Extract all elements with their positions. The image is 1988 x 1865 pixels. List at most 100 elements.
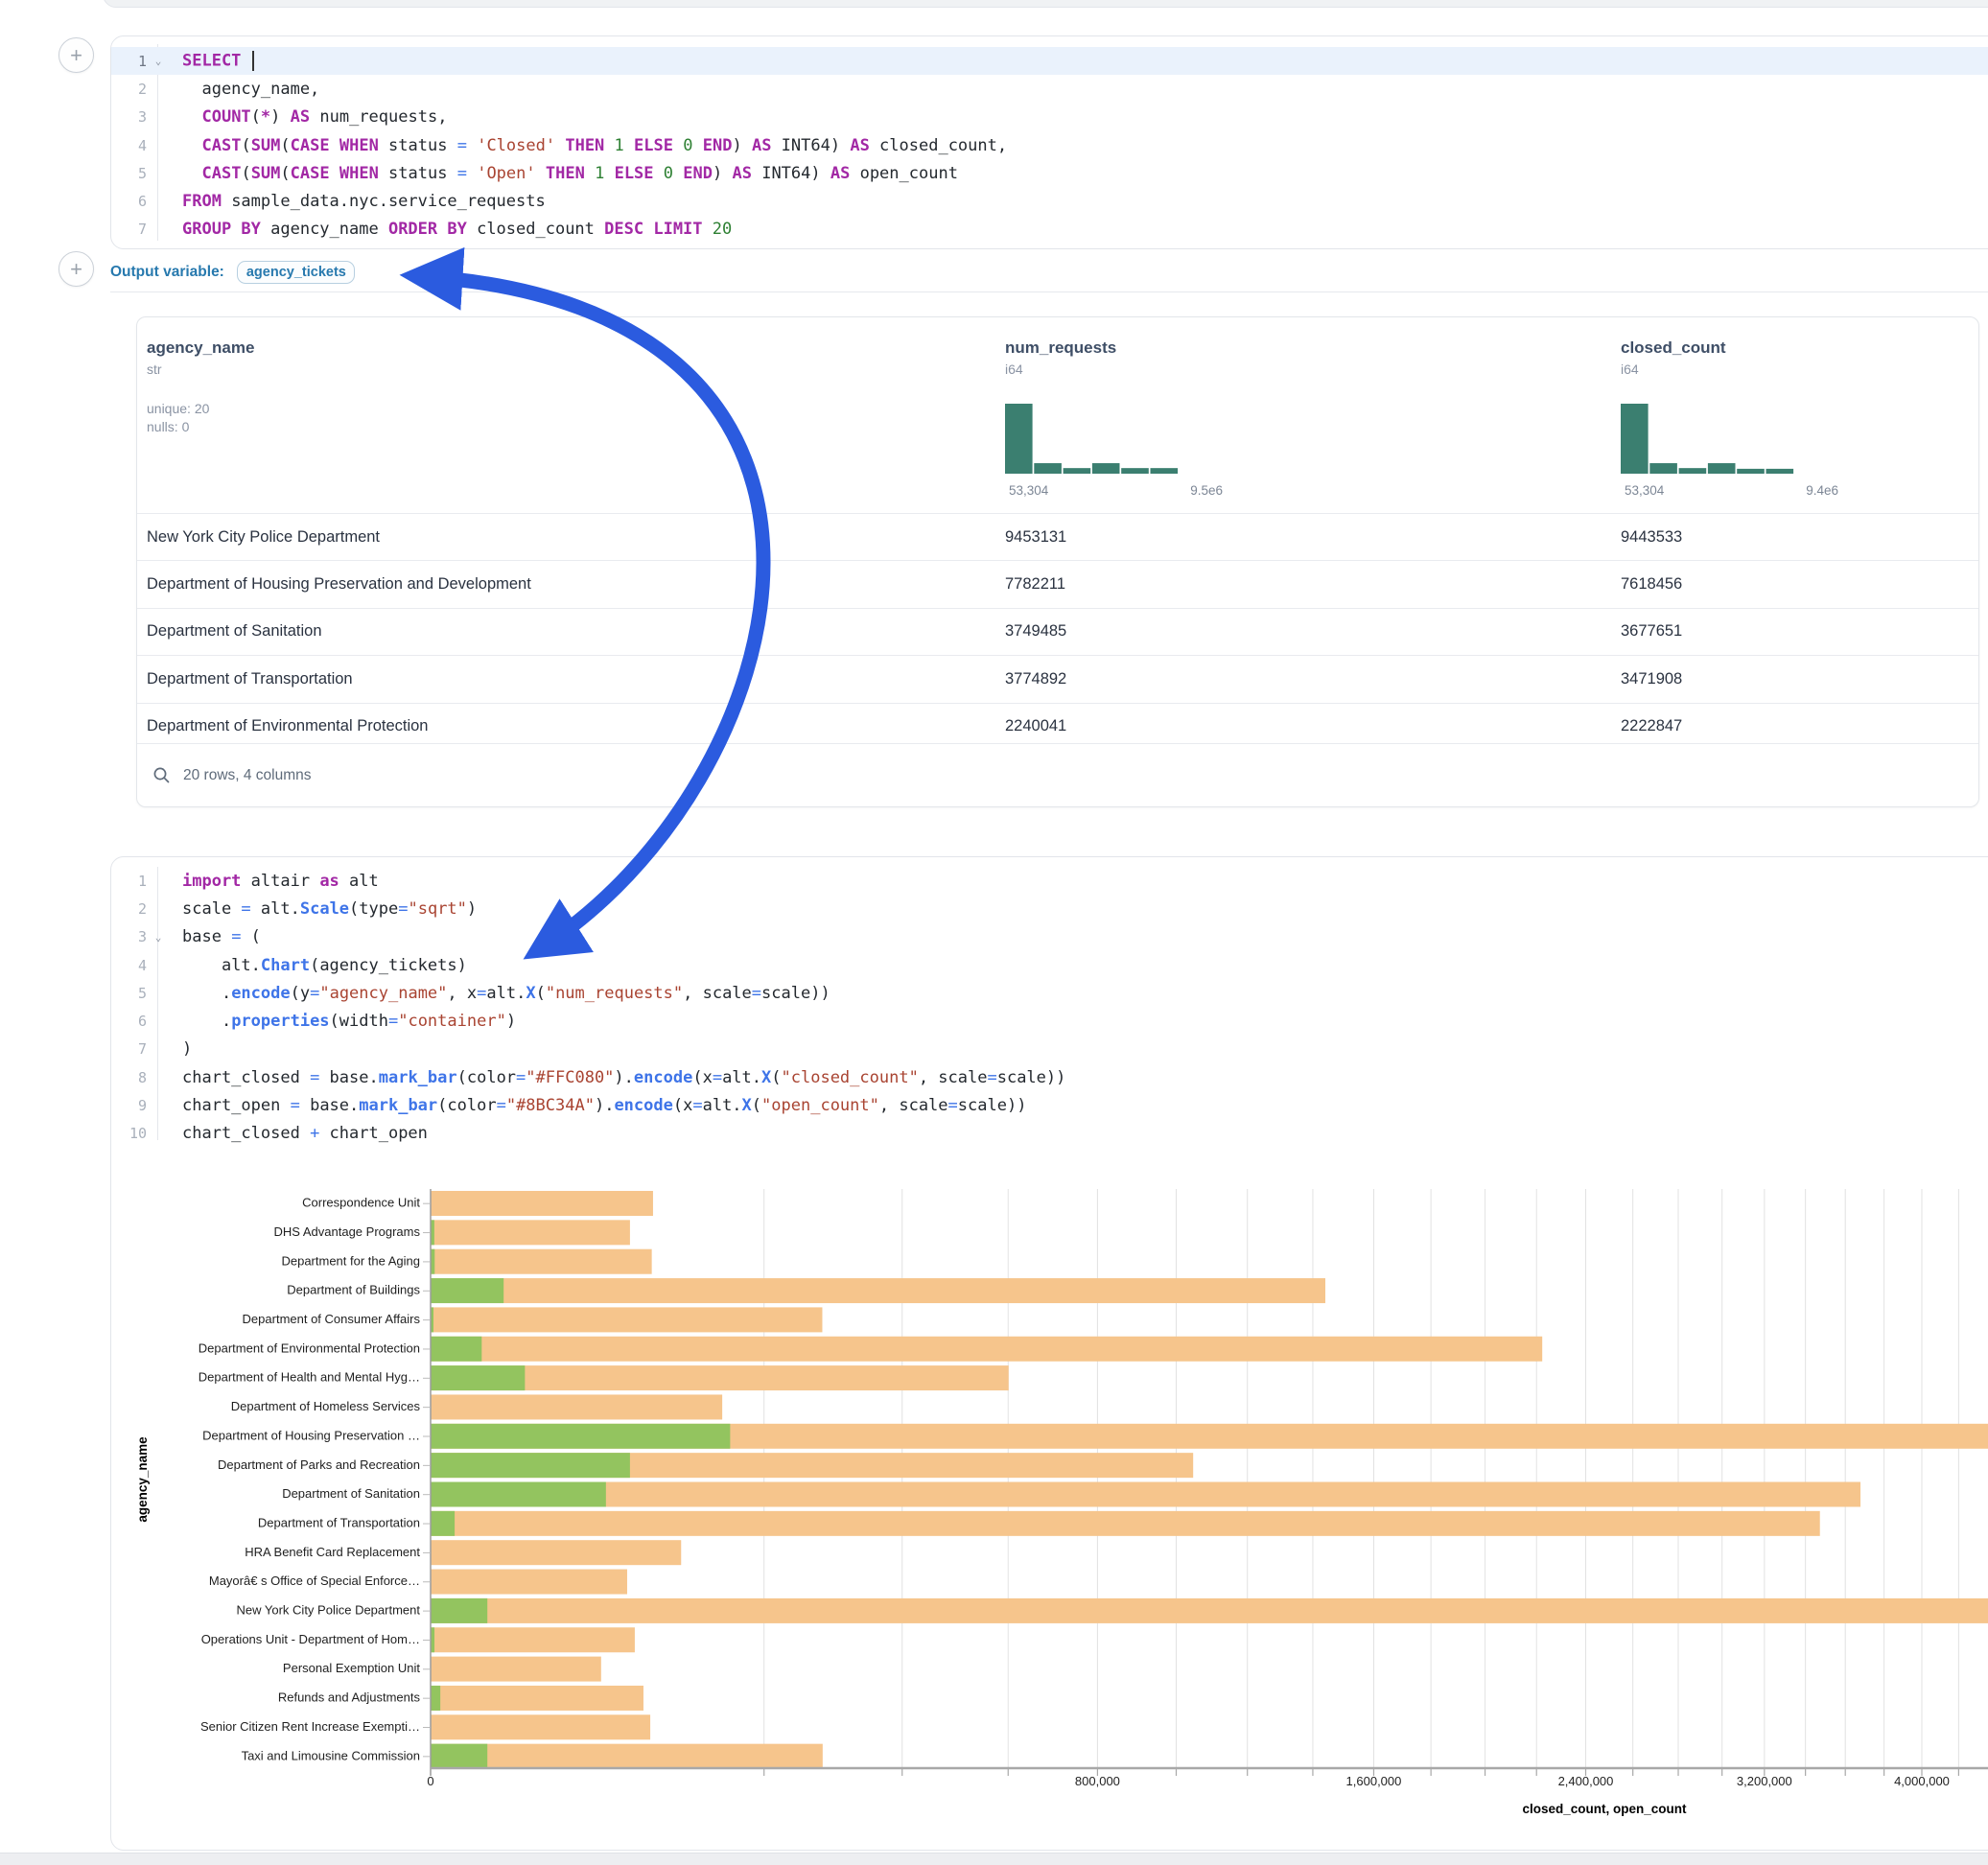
y-axis-label: Department for the Aging <box>281 1253 420 1268</box>
add-cell-button-middle[interactable]: + <box>58 251 94 287</box>
line-number: 2 <box>111 81 147 98</box>
table-row[interactable]: New York City Police Department945313194… <box>137 513 1978 560</box>
bar-open-count <box>431 1337 481 1362</box>
bar-closed-count <box>431 1540 681 1565</box>
table-column-header[interactable]: agency_namestrunique: 20nulls: 0 <box>137 317 1005 513</box>
bar-closed-count <box>431 1744 823 1769</box>
line-number: 4 <box>111 957 147 974</box>
y-axis-label: DHS Advantage Programs <box>274 1224 421 1239</box>
table-column-header[interactable]: closed_counti6453,3049.4e6 <box>1621 317 1978 513</box>
bar-closed-count <box>431 1191 653 1216</box>
output-variable-chip[interactable]: agency_tickets <box>237 261 355 284</box>
line-number: 4 <box>111 137 147 154</box>
x-axis-tick-label: 0 <box>427 1774 433 1788</box>
table-cell: 2240041 <box>1005 717 1621 735</box>
dataframe-table[interactable]: agency_namestrunique: 20nulls: 0num_requ… <box>136 316 1979 807</box>
bar-closed-count <box>431 1337 1542 1362</box>
line-number: 3 <box>111 928 147 945</box>
line-number: 5 <box>111 985 147 1002</box>
bottom-band <box>0 1853 1988 1865</box>
column-name: num_requests <box>1005 338 1116 358</box>
column-histogram: 53,3049.5e6 <box>1005 402 1202 498</box>
y-axis-label: Department of Health and Mental Hyg… <box>199 1370 420 1385</box>
line-number: 1 <box>111 53 147 70</box>
y-axis-label: Correspondence Unit <box>302 1196 420 1210</box>
sql-cell: 1⌄SELECT 2 agency_name,3 COUNT(*) AS num… <box>110 35 1988 249</box>
python-code-editor[interactable]: 1import altair as alt2scale = alt.Scale(… <box>111 867 1988 1148</box>
hist-min-label: 53,304 <box>1009 483 1048 498</box>
bar-closed-count <box>431 1511 1820 1536</box>
bar-open-count <box>431 1511 455 1536</box>
table-cell: 9453131 <box>1005 528 1621 547</box>
line-number: 1 <box>111 873 147 890</box>
add-cell-button-top[interactable]: + <box>58 37 94 73</box>
code-line: 10chart_closed + chart_open <box>111 1120 1988 1148</box>
line-number: 9 <box>111 1097 147 1114</box>
line-number: 5 <box>111 165 147 182</box>
y-axis-label: Department of Consumer Affairs <box>243 1312 421 1326</box>
y-axis-label: New York City Police Department <box>237 1603 421 1618</box>
table-cell: New York City Police Department <box>137 528 1005 547</box>
bar-closed-count <box>431 1220 630 1245</box>
bar-open-count <box>431 1453 630 1478</box>
line-number: 2 <box>111 900 147 918</box>
code-line: 8chart_closed = base.mark_bar(color="#FF… <box>111 1063 1988 1091</box>
code-line: 2scale = alt.Scale(type="sqrt") <box>111 895 1988 922</box>
column-name: closed_count <box>1621 338 1726 358</box>
section-divider <box>110 291 1988 292</box>
code-line: 2 agency_name, <box>111 75 1988 103</box>
y-axis-title: agency_name <box>135 1436 150 1523</box>
y-axis-label: Department of Parks and Recreation <box>218 1457 420 1472</box>
line-number: 8 <box>111 1069 147 1086</box>
fold-chevron-icon[interactable]: ⌄ <box>147 931 170 944</box>
hist-max-label: 9.4e6 <box>1806 483 1838 498</box>
table-cell: Department of Transportation <box>137 670 1005 688</box>
x-axis-title: closed_count, open_count <box>1522 1802 1687 1816</box>
code-line: 6FROM sample_data.nyc.service_requests <box>111 187 1988 215</box>
table-row[interactable]: Department of Transportation377489234719… <box>137 655 1978 702</box>
line-number: 7 <box>111 221 147 238</box>
text-cursor <box>252 51 254 71</box>
bar-closed-count <box>431 1714 650 1739</box>
table-body: New York City Police Department945313194… <box>137 513 1978 750</box>
x-axis-tick-label: 4,000,000 <box>1894 1774 1950 1788</box>
table-cell: Department of Housing Preservation and D… <box>137 575 1005 594</box>
bar-closed-count <box>431 1657 601 1682</box>
table-row[interactable]: Department of Housing Preservation and D… <box>137 560 1978 607</box>
table-cell: 3471908 <box>1621 670 1978 688</box>
y-axis-label: Taxi and Limousine Commission <box>242 1748 420 1762</box>
table-cell: Department of Sanitation <box>137 622 1005 641</box>
fold-chevron-icon[interactable]: ⌄ <box>147 55 170 67</box>
sql-code-editor[interactable]: 1⌄SELECT 2 agency_name,3 COUNT(*) AS num… <box>111 47 1988 244</box>
code-line: 6 .properties(width="container") <box>111 1007 1988 1035</box>
y-axis-label: Refunds and Adjustments <box>278 1690 421 1705</box>
output-variable-label: Output variable: <box>110 264 224 281</box>
bar-open-count <box>431 1365 525 1390</box>
bar-open-count <box>431 1598 487 1623</box>
code-line: 3 COUNT(*) AS num_requests, <box>111 104 1988 131</box>
table-cell: 2222847 <box>1621 717 1978 735</box>
y-axis-label: Senior Citizen Rent Increase Exempti… <box>200 1719 420 1734</box>
search-icon[interactable] <box>152 766 171 784</box>
table-column-header[interactable]: num_requestsi6453,3049.5e6 <box>1005 317 1621 513</box>
bar-closed-count <box>431 1482 1860 1507</box>
table-cell: 3677651 <box>1621 622 1978 641</box>
bar-closed-count <box>431 1249 652 1274</box>
y-axis-label: Personal Exemption Unit <box>283 1661 420 1675</box>
line-number: 10 <box>111 1125 147 1142</box>
code-line: 7) <box>111 1036 1988 1063</box>
bar-closed-count <box>431 1598 1988 1623</box>
code-line: 5 CAST(SUM(CASE WHEN status = 'Open' THE… <box>111 159 1988 187</box>
table-row-count: 20 rows, 4 columns <box>183 767 312 784</box>
bar-open-count <box>431 1424 730 1449</box>
notebook-page: { "output_variable": { "label": "Output … <box>0 0 1988 1864</box>
column-histogram: 53,3049.4e6 <box>1621 402 1817 498</box>
code-line: 9chart_open = base.mark_bar(color="#8BC3… <box>111 1091 1988 1119</box>
x-axis-tick-label: 3,200,000 <box>1737 1774 1792 1788</box>
column-type: str <box>147 361 162 377</box>
table-cell: 7618456 <box>1621 575 1978 594</box>
table-row[interactable]: Department of Sanitation37494853677651 <box>137 608 1978 655</box>
table-cell: 9443533 <box>1621 528 1978 547</box>
y-axis-label: Department of Homeless Services <box>231 1399 421 1413</box>
line-number: 3 <box>111 108 147 126</box>
